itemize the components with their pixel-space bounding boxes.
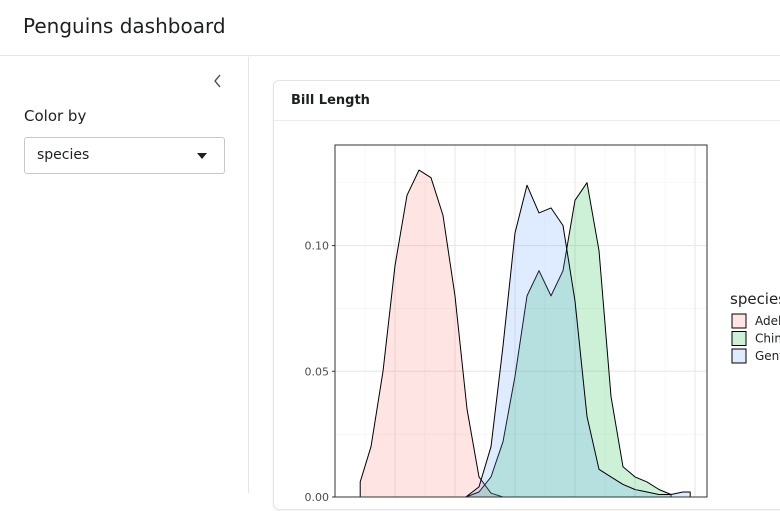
app-header: Penguins dashboard [0,0,780,56]
page-title: Penguins dashboard [23,14,226,38]
y-tick-label: 0.10 [305,240,330,253]
chevron-left-icon [214,74,221,88]
sidebar-collapse-button[interactable] [208,71,228,91]
color-by-select[interactable]: species [24,137,225,174]
y-tick-label: 0.05 [305,365,330,378]
bill-length-card: Bill Length 0.000.050.10speciesAdelieChi… [273,80,780,510]
legend-label: Adelie [755,314,780,328]
plot-panel [334,144,708,498]
select-value: species [37,147,90,163]
legend-label: Chinstrap [755,332,780,346]
legend: species Adelie Chinstrap Gentoo [730,290,780,364]
legend-title: species [730,290,780,308]
color-by-label: Color by [24,107,87,125]
sidebar: Color by species [0,57,249,493]
caret-down-icon [197,153,207,159]
legend-key-adelie [731,313,747,329]
legend-key-gentoo [731,348,747,364]
legend-label: Gentoo [755,349,780,363]
density-plot: 0.000.050.10speciesAdelieChinstrapGentoo [305,144,780,504]
legend-key-chinstrap [731,331,747,346]
